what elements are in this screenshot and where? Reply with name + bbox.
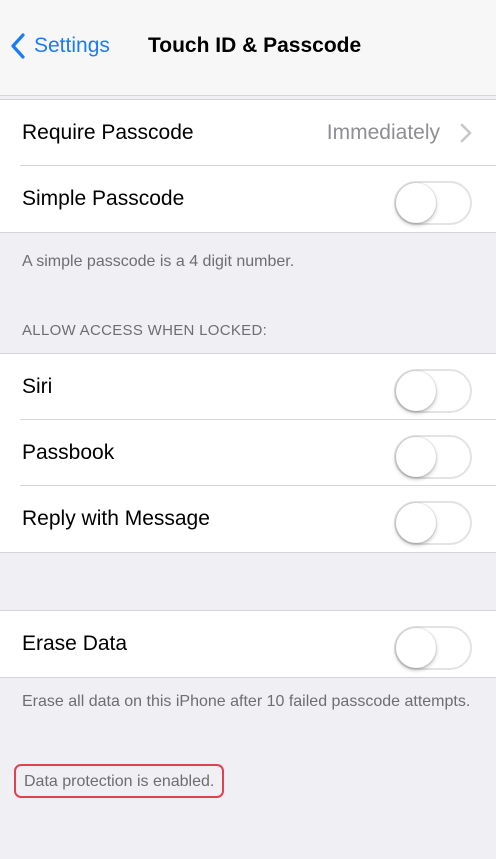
siri-label: Siri (22, 375, 53, 398)
require-passcode-row[interactable]: Require Passcode Immediately (0, 100, 496, 166)
passbook-toggle[interactable] (394, 435, 472, 479)
back-button[interactable]: Settings (10, 28, 110, 64)
reply-with-message-label: Reply with Message (22, 507, 210, 530)
siri-toggle[interactable] (394, 369, 472, 413)
passbook-label: Passbook (22, 441, 115, 464)
simple-passcode-row: Simple Passcode (0, 165, 496, 232)
toggle-knob (396, 437, 436, 477)
passbook-row: Passbook (0, 419, 496, 486)
settings-screen: Settings Touch ID & Passcode Require Pas… (0, 0, 496, 859)
simple-passcode-label: Simple Passcode (22, 187, 185, 210)
erase-data-row: Erase Data (0, 611, 496, 677)
erase-data-group: Erase Data (0, 610, 496, 678)
erase-data-label: Erase Data (22, 632, 128, 655)
simple-passcode-footnote: A simple passcode is a 4 digit number. (22, 253, 295, 270)
toggle-knob (396, 503, 436, 543)
simple-passcode-toggle[interactable] (394, 181, 472, 225)
back-button-label: Settings (34, 34, 110, 57)
chevron-right-icon (460, 123, 472, 143)
page-title: Touch ID & Passcode (148, 34, 362, 57)
data-protection-note: Data protection is enabled. (14, 764, 225, 798)
passcode-settings-group: Require Passcode Immediately Simple Pass… (0, 99, 496, 233)
toggle-knob (396, 628, 436, 668)
navigation-bar: Settings Touch ID & Passcode (0, 0, 496, 96)
chevron-left-icon (11, 33, 25, 59)
erase-data-toggle[interactable] (394, 626, 472, 670)
erase-data-footnote: Erase all data on this iPhone after 10 f… (22, 693, 471, 710)
reply-with-message-toggle[interactable] (394, 501, 472, 545)
allow-access-section-header: ALLOW ACCESS WHEN LOCKED: (22, 322, 268, 339)
siri-row: Siri (0, 354, 496, 420)
reply-with-message-row: Reply with Message (0, 485, 496, 552)
toggle-knob (396, 371, 436, 411)
require-passcode-label: Require Passcode (22, 121, 194, 144)
require-passcode-value: Immediately (326, 121, 440, 144)
toggle-knob (396, 183, 436, 223)
allow-access-group: Siri Passbook Reply with Message (0, 353, 496, 553)
